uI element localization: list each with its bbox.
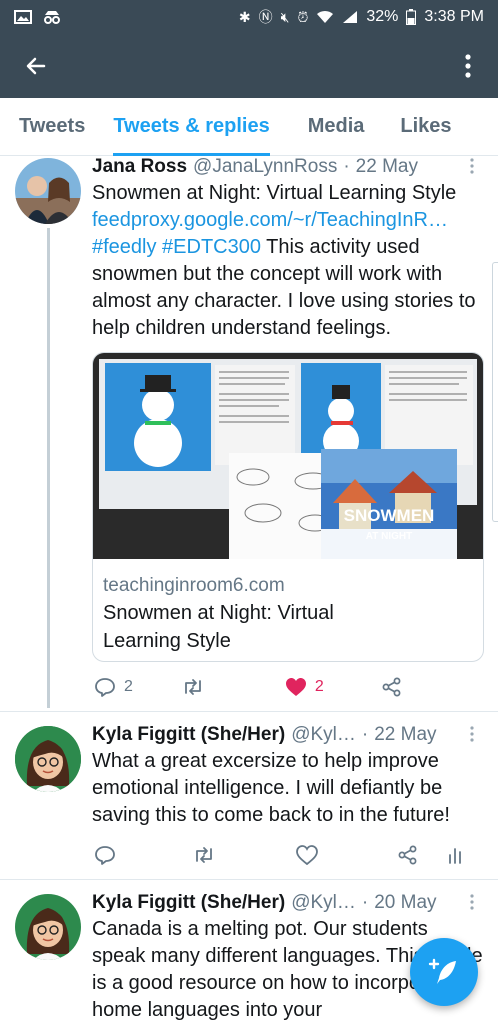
avatar[interactable] [15, 726, 81, 792]
card-domain: teachinginroom6.com [103, 575, 285, 596]
tweet-menu-button[interactable] [470, 894, 474, 913]
author-name[interactable]: Kyla Figgitt (She/Her) [92, 724, 285, 746]
analytics-icon [449, 848, 461, 864]
avatar[interactable] [15, 158, 81, 224]
divider [0, 711, 498, 712]
share-icon [382, 677, 401, 697]
status-bar: ✱ Ⓝ 🔇︎ ⏰︎ 32% 3:38 PM [0, 0, 498, 34]
more-options-button[interactable] [456, 48, 480, 84]
reply-button[interactable]: 2 [94, 676, 133, 698]
arrow-left-icon [26, 57, 46, 75]
like-button[interactable] [296, 845, 318, 865]
card-image-title: SNOWMEN [344, 506, 435, 525]
like-count: 2 [314, 678, 324, 695]
reply-icon [95, 846, 115, 865]
back-button[interactable] [18, 48, 54, 84]
divider [0, 879, 498, 880]
share-button[interactable] [382, 677, 402, 697]
tweet-text: Snowmen at Night: Virtual Learning Style… [92, 182, 476, 339]
tweet-text: What a great excersize to help improve e… [92, 750, 450, 826]
card-image-subtitle: AT NIGHT [366, 531, 412, 542]
like-button[interactable]: 2 [285, 677, 324, 697]
retweet-icon [196, 847, 212, 863]
alarm-icon: ⏰︎ [297, 8, 309, 25]
tweet-link[interactable]: feedproxy.google.com/~r/TeachingInR… [92, 209, 448, 231]
tweet-actions [94, 844, 484, 866]
author-handle[interactable]: @Kyl… [291, 724, 356, 746]
retweet-icon [185, 679, 201, 695]
signal-icon [343, 11, 358, 23]
profile-tabs: Tweets Tweets & replies Media Likes [0, 98, 498, 156]
retweet-button[interactable] [181, 676, 205, 698]
tab-likes[interactable]: Likes [390, 98, 461, 156]
link-card[interactable]: SNOWMEN AT NIGHT teachinginroom6.com Sno… [92, 352, 484, 662]
wifi-icon [317, 10, 334, 23]
tweet-header: Kyla Figgitt (She/Her) @Kyl… · 22 May [92, 724, 437, 746]
heart-icon [296, 845, 318, 865]
author-name[interactable]: Kyla Figgitt (She/Her) [92, 892, 285, 914]
mute-icon: 🔇︎ [280, 8, 290, 25]
heart-filled-icon [285, 678, 306, 696]
reply-icon [95, 678, 115, 697]
tweet-date: 22 May [355, 156, 418, 177]
share-icon [398, 845, 417, 865]
tweet-menu-button[interactable] [470, 158, 474, 177]
compose-feather-icon [428, 958, 456, 984]
more-vertical-icon [470, 726, 474, 742]
tab-tweets-and-replies[interactable]: Tweets & replies [103, 98, 279, 156]
card-image: SNOWMEN AT NIGHT [93, 353, 483, 559]
tweet-header: Kyla Figgitt (She/Her) @Kyl… · 20 May [92, 892, 437, 914]
incognito-icon [44, 11, 60, 24]
scroll-indicator[interactable] [492, 262, 498, 522]
retweet-button[interactable] [192, 844, 216, 866]
compose-tweet-button[interactable] [410, 938, 478, 1006]
tweet-menu-button[interactable] [470, 726, 474, 745]
gallery-icon [14, 10, 32, 24]
app-bar [0, 34, 498, 98]
more-vertical-icon [470, 894, 474, 910]
tweet-date: 20 May [374, 892, 437, 913]
avatar[interactable] [15, 894, 81, 960]
more-vertical-icon [470, 158, 474, 174]
tweet-header: Jana Ross @JanaLynnRoss · 22 May [92, 156, 418, 178]
tweet-hashtags[interactable]: #feedly #EDTC300 [92, 236, 261, 258]
reply-button[interactable] [94, 844, 116, 866]
reply-count: 2 [124, 678, 133, 695]
author-handle[interactable]: @Kyl… [291, 892, 356, 914]
card-title: Snowmen at Night: Virtual Learning Style [103, 602, 334, 652]
battery-icon [406, 9, 417, 25]
share-button[interactable] [398, 845, 418, 865]
clock: 3:38 PM [424, 8, 484, 25]
nfc-icon: Ⓝ [258, 9, 273, 25]
battery-percent: 32% [366, 8, 399, 25]
more-vertical-icon [465, 54, 471, 78]
tab-tweets[interactable]: Tweets [9, 98, 95, 156]
bluetooth-icon: ✱ [238, 8, 251, 25]
analytics-button[interactable] [448, 846, 462, 864]
thread-line [47, 228, 50, 708]
author-handle[interactable]: @JanaLynnRoss [193, 156, 337, 178]
tab-media[interactable]: Media [298, 98, 375, 156]
tweet-date: 22 May [374, 724, 437, 745]
author-name[interactable]: Jana Ross [92, 156, 187, 178]
tweet-actions: 2 2 [94, 676, 484, 698]
